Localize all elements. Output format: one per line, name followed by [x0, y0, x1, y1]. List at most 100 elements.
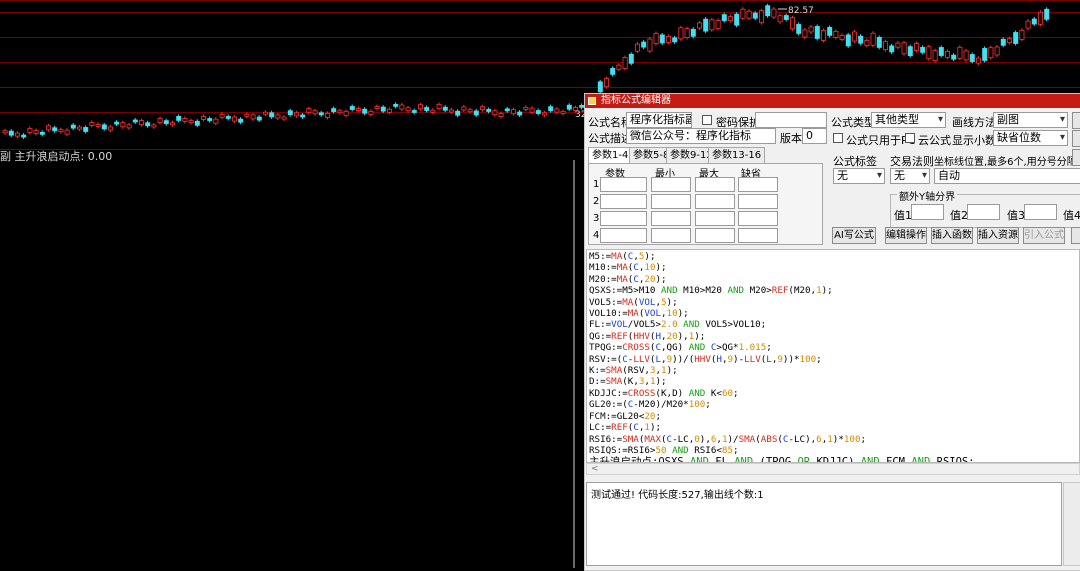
- param-name-input[interactable]: [600, 177, 647, 192]
- tag-select[interactable]: 无: [833, 168, 885, 184]
- candle-body: [901, 42, 907, 55]
- editor-titlebar[interactable]: 指标公式编辑器: [585, 94, 1080, 108]
- candle-body: [728, 16, 734, 22]
- candle-body: [1044, 8, 1050, 20]
- candle-body: [157, 118, 163, 123]
- cloud-label: 云公式: [918, 134, 951, 147]
- formula-type-select[interactable]: 其他类型: [871, 112, 946, 128]
- candle-body: [21, 134, 27, 138]
- candle-body: [324, 113, 330, 118]
- password-checkbox[interactable]: [702, 115, 712, 125]
- candle-body: [132, 119, 138, 123]
- param-min-input[interactable]: [651, 228, 691, 243]
- y-value-1-input[interactable]: [911, 204, 944, 220]
- param-max-input[interactable]: [695, 228, 735, 243]
- candle-body: [945, 50, 951, 58]
- candle-body: [616, 64, 622, 70]
- candle-body: [914, 43, 920, 51]
- param-min-input[interactable]: [651, 194, 691, 209]
- param-name-input[interactable]: [600, 194, 647, 209]
- formula-desc-input[interactable]: 微信公众号：程序化指标: [626, 128, 776, 144]
- candle-body: [889, 45, 895, 53]
- confirm-button-edge[interactable]: [1072, 112, 1080, 129]
- trade-rule-select[interactable]: 无: [890, 168, 930, 184]
- y-value-2-input[interactable]: [967, 204, 1000, 220]
- insert-function-button[interactable]: 插入函数: [931, 227, 973, 244]
- cloud-checkbox[interactable]: [905, 133, 915, 143]
- candle-body: [306, 108, 312, 113]
- import-formula-button[interactable]: 引入公式: [1023, 227, 1065, 244]
- param-default-input[interactable]: [738, 228, 778, 243]
- formula-type-label: 公式类型: [831, 116, 875, 129]
- code-hscrollbar[interactable]: <: [586, 463, 1080, 475]
- candle-body: [827, 27, 833, 36]
- password-input[interactable]: [755, 112, 827, 128]
- pc-only-checkbox[interactable]: [833, 133, 843, 143]
- candle-body: [46, 125, 52, 131]
- param-name-input[interactable]: [600, 228, 647, 243]
- more-button-edge[interactable]: [1071, 227, 1080, 244]
- param-max-input[interactable]: [695, 177, 735, 192]
- candle-body: [982, 48, 988, 61]
- y-value-3-input[interactable]: [1024, 204, 1057, 220]
- insert-resource-button[interactable]: 插入资源: [977, 227, 1019, 244]
- candle-body: [262, 111, 268, 115]
- candle-body: [101, 124, 107, 130]
- param-default-input[interactable]: [738, 194, 778, 209]
- candle-body: [368, 110, 374, 115]
- code-line: QG:=REF(HHV(H,20),1);: [589, 330, 706, 342]
- candle-body: [473, 110, 479, 116]
- candle-body: [424, 107, 430, 111]
- draw-method-select[interactable]: 副图: [993, 112, 1068, 128]
- code-line: KDJJC:=CROSS(K,D) AND K<60;: [589, 387, 739, 399]
- param-min-input[interactable]: [651, 177, 691, 192]
- candle-body: [560, 110, 566, 114]
- param-default-input[interactable]: [738, 211, 778, 226]
- extra-y-axis-title: 额外Y轴分界: [897, 188, 958, 203]
- candle-body: [926, 46, 932, 60]
- candle-body: [771, 8, 777, 18]
- y-value-2-label: 值2: [950, 209, 968, 222]
- candle-body: [517, 111, 523, 116]
- code-line: QSXS:=M5>M10 AND M10>M20 AND M20>REF(M20…: [589, 285, 833, 297]
- version-input[interactable]: 0: [802, 128, 827, 144]
- candle-body: [542, 112, 548, 116]
- tab-params-13-16[interactable]: 参数13-16: [708, 147, 766, 163]
- formula-name-input[interactable]: 程序化指标副: [626, 112, 692, 128]
- candle-body: [883, 41, 889, 51]
- candle-body: [194, 120, 200, 126]
- candle-body: [126, 124, 132, 129]
- param-max-input[interactable]: [695, 194, 735, 209]
- candle-body: [176, 116, 182, 121]
- candle-body: [108, 126, 114, 131]
- param-default-input[interactable]: [738, 177, 778, 192]
- candle-body: [14, 132, 20, 137]
- candle-body: [182, 118, 188, 122]
- candle-body: [33, 130, 39, 134]
- code-editor[interactable]: M5:=MA(C,5); M10:=MA(C,10); M20:=MA(C,20);…: [586, 249, 1080, 463]
- param-name-input[interactable]: [600, 211, 647, 226]
- cancel-button-edge[interactable]: [1072, 130, 1080, 147]
- candle-body: [703, 18, 709, 32]
- code-lines: M5:=MA(C,5); M10:=MA(C,10); M20:=MA(C,20);…: [589, 251, 1077, 462]
- result-vscrollbar[interactable]: [1063, 482, 1080, 566]
- coord-lines-input[interactable]: 自动: [934, 168, 1080, 184]
- param-min-input[interactable]: [651, 211, 691, 226]
- candle-body: [752, 12, 758, 19]
- param-max-input[interactable]: [695, 211, 735, 226]
- candle-body: [790, 17, 796, 30]
- candle-body: [300, 114, 306, 118]
- y-value-3-label: 值3: [1007, 209, 1025, 222]
- candle-body: [1031, 18, 1037, 25]
- candle-body: [907, 46, 913, 57]
- candle-body: [1019, 29, 1025, 40]
- help-button-edge[interactable]: [1072, 149, 1080, 166]
- decimals-select[interactable]: 缺省位数: [993, 130, 1068, 146]
- candle-body: [200, 116, 206, 120]
- tab-params-1-4[interactable]: 参数1-4: [588, 147, 633, 164]
- candle-body: [448, 109, 454, 113]
- candle-body: [659, 34, 665, 44]
- edit-operation-button[interactable]: 编辑操作: [885, 227, 927, 244]
- ai-write-button[interactable]: AI写公式: [832, 227, 876, 244]
- candle-body: [746, 10, 752, 19]
